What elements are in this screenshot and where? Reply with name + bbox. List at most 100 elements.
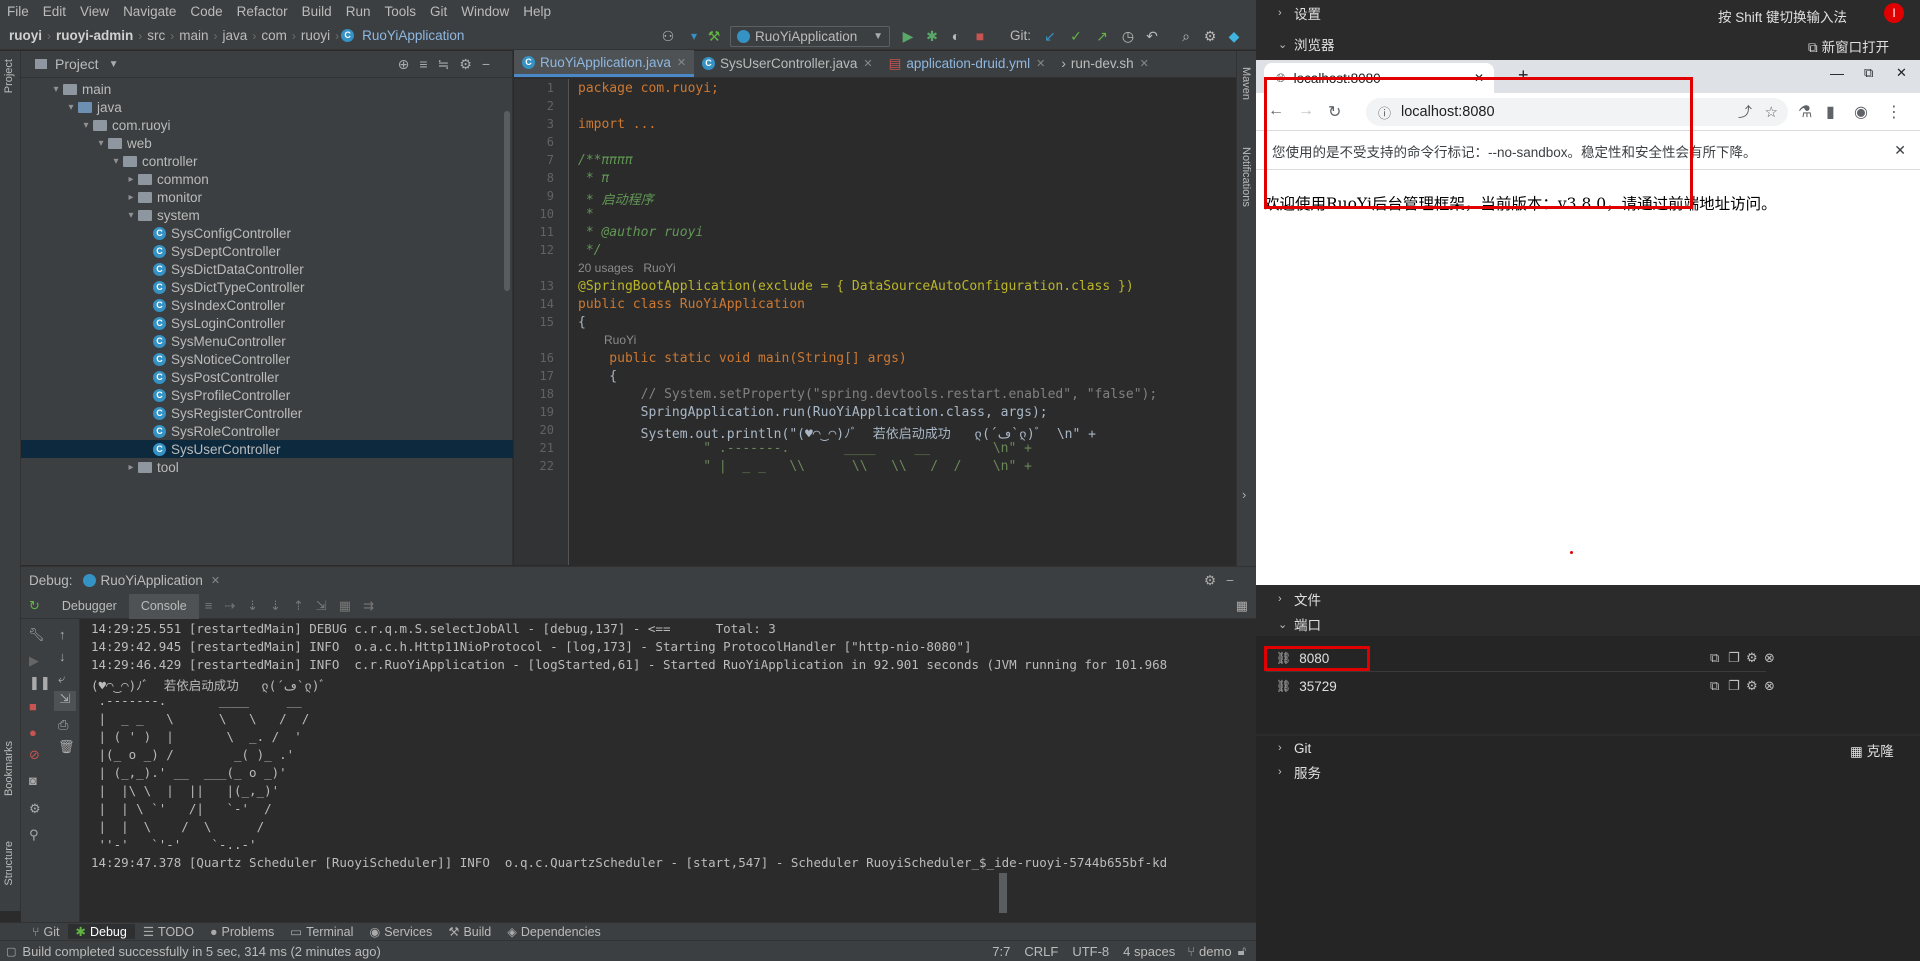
menu-git[interactable]: Git <box>423 4 454 19</box>
menu-help[interactable]: Help <box>516 4 558 19</box>
crumb-com[interactable]: com <box>258 28 290 43</box>
open-external-icon[interactable]: ⧉ <box>1710 678 1719 694</box>
tree-item[interactable]: C SysRegisterController <box>21 404 513 422</box>
menu-refactor[interactable]: Refactor <box>230 4 295 19</box>
tree-item[interactable]: ▾ java <box>21 98 513 116</box>
chevron-down-icon[interactable]: ▾ <box>109 156 123 167</box>
bottom-tab-problems[interactable]: ● Problems <box>202 925 282 939</box>
debug-icon[interactable]: ✱ <box>922 26 942 46</box>
project-toolbar-icons[interactable]: ⊕≡≒⚙− <box>398 56 500 73</box>
open-external-icon[interactable]: ⧉ <box>1710 650 1719 666</box>
tab-ruoyiapplication[interactable]: C RuoYiApplication.java ✕ <box>514 50 695 77</box>
history-icon[interactable]: ◷ <box>1118 26 1138 46</box>
section-files[interactable]: › 文件 <box>1256 585 1920 612</box>
tree-item[interactable]: C SysLoginController <box>21 314 513 332</box>
chevron-right-icon[interactable]: ▸ <box>124 174 138 185</box>
file-encoding[interactable]: UTF-8 <box>1072 944 1109 959</box>
menu-edit[interactable]: Edit <box>36 4 73 19</box>
settings-icon[interactable]: ⚙ <box>1746 650 1758 666</box>
bottom-tab-debug[interactable]: ✱ Debug <box>67 924 135 939</box>
bottom-tab-git[interactable]: ⑂ Git <box>24 925 68 939</box>
bottom-tab-build[interactable]: ⚒ Build <box>440 924 499 940</box>
tab-run-dev[interactable]: › run-dev.sh ✕ <box>1053 50 1157 77</box>
clone-button[interactable]: ▦ 克隆 <box>1850 740 1894 760</box>
labs-icon[interactable]: ⚗ <box>1798 102 1812 122</box>
crumb-project[interactable]: ruoyi <box>6 28 45 43</box>
tree-item[interactable]: C SysIndexController <box>21 296 513 314</box>
copy-icon[interactable]: ❐ <box>1728 650 1740 666</box>
close-icon[interactable]: ✕ <box>677 56 686 69</box>
stop-icon[interactable]: ■ <box>970 26 990 46</box>
menu-run[interactable]: Run <box>339 4 378 19</box>
settings-icon[interactable]: ⚙ <box>1200 26 1220 46</box>
tree-item[interactable]: C SysDictTypeController <box>21 278 513 296</box>
lock-icon[interactable]: 🔓︎ <box>1238 943 1246 959</box>
section-services[interactable]: › 服务 <box>1256 760 1920 784</box>
close-icon[interactable]: ⊗ <box>1764 650 1775 666</box>
tool-maven[interactable]: Maven <box>1240 67 1252 100</box>
close-icon[interactable]: ✕ <box>1036 57 1045 70</box>
indent-setting[interactable]: 4 spaces <box>1123 944 1175 959</box>
tree-item[interactable]: C SysDictDataController <box>21 260 513 278</box>
git-commit-icon[interactable]: ✓ <box>1066 26 1086 46</box>
status-message[interactable]: Build completed successfully in 5 sec, 3… <box>22 944 380 959</box>
port-row[interactable]: ⛓ 35729 ⧉ ❐ ⚙ ⊗ <box>1256 672 1920 700</box>
tree-item[interactable]: ▸ tool <box>21 458 513 476</box>
restore-icon[interactable]: ⧉ <box>1864 65 1873 81</box>
tab-sysusercontroller[interactable]: C SysUserController.java ✕ <box>694 50 881 77</box>
project-title[interactable]: Project <box>55 56 99 72</box>
chevron-right-icon[interactable]: ▸ <box>124 192 138 203</box>
bottom-tab-terminal[interactable]: ▭ Terminal <box>282 924 361 940</box>
line-separator[interactable]: CRLF <box>1024 944 1058 959</box>
menu-build[interactable]: Build <box>295 4 339 19</box>
crumb-java[interactable]: java <box>220 28 251 43</box>
profile-icon[interactable]: ◉ <box>1854 102 1868 122</box>
tree-scrollbar[interactable] <box>504 111 510 291</box>
status-square-icon[interactable]: ▢ <box>6 945 16 958</box>
bottom-tab-todo[interactable]: ☰ TODO <box>135 924 202 940</box>
debug-config[interactable]: RuoYiApplication <box>101 573 203 588</box>
close-icon[interactable]: ✕ <box>863 57 872 70</box>
crumb-ruoyi[interactable]: ruoyi <box>298 28 333 43</box>
crumb-src[interactable]: src <box>144 28 168 43</box>
tree-item[interactable]: ▸ monitor <box>21 188 513 206</box>
tree-item[interactable]: C SysProfileController <box>21 386 513 404</box>
coverage-icon[interactable]: ◐ <box>946 26 966 46</box>
plugin-icon[interactable]: ◆ <box>1224 26 1244 46</box>
tool-bookmarks[interactable]: Bookmarks <box>3 741 15 796</box>
chevron-down-icon[interactable]: ▾ <box>124 210 138 221</box>
crumb-class[interactable]: RuoYiApplication <box>359 28 467 43</box>
run-config-select[interactable]: RuoYiApplication ▼ <box>730 26 890 47</box>
copy-icon[interactable]: ❐ <box>1728 678 1740 694</box>
git-update-icon[interactable]: ↙ <box>1040 26 1060 46</box>
chevron-down-icon[interactable]: ▼ <box>109 59 119 70</box>
tab-application-druid[interactable]: ▤ application-druid.yml ✕ <box>881 50 1054 77</box>
rerun-icon[interactable]: ↻ <box>29 598 40 614</box>
git-push-icon[interactable]: ↗ <box>1092 26 1112 46</box>
console-output[interactable]: 14:29:25.551 [restartedMain] DEBUG c.r.q… <box>21 619 1237 923</box>
debug-settings-icons[interactable]: ⚙− <box>1204 573 1244 589</box>
menu-code[interactable]: Code <box>183 4 229 19</box>
close-icon[interactable]: ✕ <box>1140 57 1149 70</box>
code-area[interactable]: package com.ruoyi; import .../**ππππ * π … <box>514 79 1236 565</box>
hammer-icon[interactable]: ⚒ <box>704 26 724 46</box>
menu-window[interactable]: Window <box>454 4 516 19</box>
minimize-icon[interactable]: — <box>1830 65 1844 81</box>
open-new-window-button[interactable]: ⧉ 新窗口打开 <box>1808 36 1889 56</box>
settings-icon[interactable]: ⚙ <box>1746 678 1758 694</box>
tool-project[interactable]: Project <box>3 59 15 93</box>
tool-structure[interactable]: Structure <box>3 841 15 886</box>
tab-debugger[interactable]: Debugger <box>50 594 129 619</box>
tree-item[interactable]: C SysRoleController <box>21 422 513 440</box>
section-settings[interactable]: › 设置 按 Shift 键切换输入法 I <box>1256 0 1920 26</box>
crumb-module[interactable]: ruoyi-admin <box>53 28 136 43</box>
close-window-icon[interactable]: ✕ <box>1896 65 1907 81</box>
layout-icon[interactable]: ▦ <box>1236 598 1248 614</box>
tree-item[interactable]: C SysPostController <box>21 368 513 386</box>
chevron-down-icon[interactable]: ▾ <box>94 138 108 149</box>
tree-item[interactable]: ▾ system <box>21 206 513 224</box>
section-browser[interactable]: ⌄ 浏览器 ⧉ 新窗口打开 <box>1256 30 1920 58</box>
bottom-tab-dependencies[interactable]: ◈ Dependencies <box>499 924 609 940</box>
tree-item[interactable]: ▾ main <box>21 80 513 98</box>
search-icon[interactable]: ⌕ <box>1176 26 1196 46</box>
